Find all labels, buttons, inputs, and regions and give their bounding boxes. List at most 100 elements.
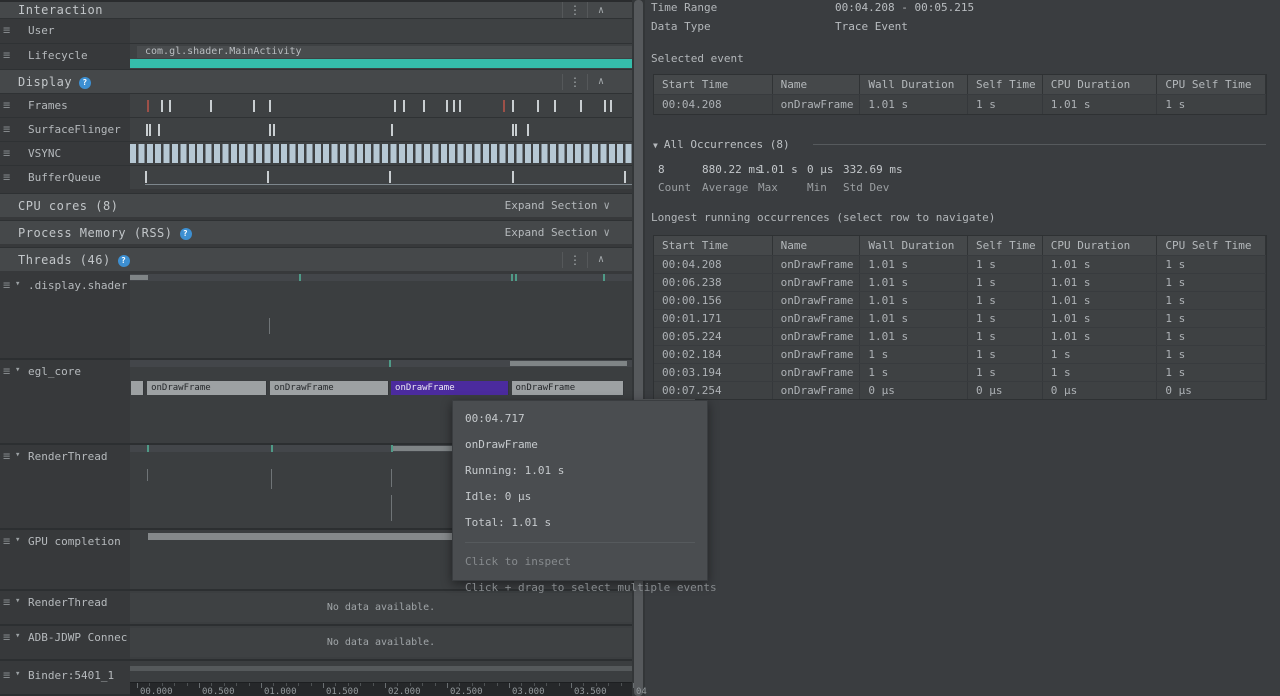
caret-down-icon[interactable]: ▾ bbox=[15, 596, 20, 606]
table-row[interactable]: 00:06.238onDrawFrame1.01 s1 s1.01 s1 s bbox=[654, 273, 1266, 291]
caret-down-icon[interactable]: ▾ bbox=[15, 365, 20, 375]
drag-handle-icon[interactable]: ≡ bbox=[3, 146, 10, 160]
lifecycle-activity-bar[interactable] bbox=[130, 59, 632, 68]
track-content-lifecycle[interactable]: com.gl.shader.MainActivity bbox=[130, 44, 632, 69]
table-row[interactable]: 00:00.156onDrawFrame1.01 s1 s1.01 s1 s bbox=[654, 291, 1266, 309]
trace-event-bar[interactable]: onDrawFrame bbox=[512, 381, 625, 395]
drag-handle-icon[interactable]: ≡ bbox=[3, 534, 10, 548]
display-track-row-frames[interactable]: ≡ Frames bbox=[0, 93, 632, 117]
track-content-vsync[interactable] bbox=[130, 142, 632, 165]
caret-down-icon[interactable]: ▾ bbox=[15, 631, 20, 641]
event-tick bbox=[515, 124, 517, 136]
table-header-cell[interactable]: Start Time bbox=[654, 75, 773, 94]
track-label-text: Frames bbox=[28, 99, 68, 112]
help-icon[interactable]: ? bbox=[118, 255, 130, 267]
table-row[interactable]: 00:04.208onDrawFrame1.01 s1 s1.01 s1 s bbox=[654, 94, 1266, 114]
thread-track-content[interactable] bbox=[130, 274, 632, 358]
track-content-frames[interactable] bbox=[130, 94, 632, 117]
event-tick bbox=[554, 100, 556, 112]
thread-track-content[interactable]: No data available. bbox=[130, 626, 632, 659]
tooltip-divider bbox=[465, 542, 695, 543]
stat-value: 1.01 s bbox=[758, 163, 798, 176]
axis-minor-tick bbox=[187, 683, 188, 686]
table-cell: 1 s bbox=[1157, 310, 1266, 327]
table-row[interactable]: 00:04.208onDrawFrame1.01 s1 s1.01 s1 s bbox=[654, 255, 1266, 273]
table-header-cell[interactable]: Start Time bbox=[654, 236, 773, 255]
help-icon[interactable]: ? bbox=[180, 228, 192, 240]
drag-handle-icon[interactable]: ≡ bbox=[3, 595, 10, 609]
thread-track-row[interactable]: ≡▾ADB-JDWP ConnecNo data available. bbox=[0, 626, 632, 661]
all-occurrences-header[interactable]: ▼All Occurrences (8) bbox=[653, 138, 790, 151]
display-track-row-bufferqueue[interactable]: ≡BufferQueue bbox=[0, 165, 632, 189]
drag-handle-icon[interactable]: ≡ bbox=[3, 449, 10, 463]
table-header-cell[interactable]: CPU Self Time bbox=[1157, 236, 1266, 255]
drag-handle-icon[interactable]: ≡ bbox=[3, 23, 10, 37]
drag-handle-icon[interactable]: ≡ bbox=[3, 48, 10, 62]
collapse-chevron-icon[interactable]: ∧ bbox=[588, 248, 614, 272]
collapse-chevron-icon[interactable]: ∧ bbox=[588, 2, 614, 19]
expand-section-button[interactable]: Expand Section∨ bbox=[505, 194, 610, 217]
section-header-threads[interactable]: Threads (46)? ⋮ ∧ bbox=[0, 247, 632, 271]
track-row-user[interactable]: ≡ User bbox=[0, 18, 632, 43]
axis-minor-tick bbox=[373, 683, 374, 686]
drag-handle-icon[interactable]: ≡ bbox=[3, 122, 10, 136]
trace-event-bar[interactable]: onDrawFrame bbox=[270, 381, 388, 395]
stat-label: Average bbox=[702, 181, 748, 194]
event-tick bbox=[147, 100, 149, 112]
axis-minor-tick bbox=[360, 683, 361, 686]
drag-handle-icon[interactable]: ≡ bbox=[3, 170, 10, 184]
caret-down-icon[interactable]: ▾ bbox=[15, 535, 20, 545]
table-header-cell[interactable]: Name bbox=[773, 236, 861, 255]
drag-handle-icon[interactable]: ≡ bbox=[3, 278, 10, 292]
table-header-cell[interactable]: Self Time bbox=[968, 75, 1043, 94]
drag-handle-icon[interactable]: ≡ bbox=[3, 630, 10, 644]
expand-section-button[interactable]: Expand Section∨ bbox=[505, 221, 610, 244]
thread-track-row[interactable]: ≡▾RenderThreadNo data available. bbox=[0, 591, 632, 626]
drag-handle-icon[interactable]: ≡ bbox=[3, 98, 10, 112]
display-track-row-vsync[interactable]: ≡VSYNC bbox=[0, 141, 632, 165]
table-header-cell[interactable]: Wall Duration bbox=[860, 75, 968, 94]
trace-event-bar[interactable]: onDrawFrame bbox=[391, 381, 509, 395]
thread-track-row[interactable]: ≡▾.display.shader bbox=[0, 274, 632, 360]
section-header-display[interactable]: Display? ⋮ ∧ bbox=[0, 69, 632, 93]
collapse-triangle-icon[interactable]: ▼ bbox=[653, 141, 658, 150]
help-icon[interactable]: ? bbox=[79, 77, 91, 89]
thread-track-content[interactable]: No data available. bbox=[130, 591, 632, 624]
table-row[interactable]: 00:05.224onDrawFrame1.01 s1 s1.01 s1 s bbox=[654, 327, 1266, 345]
track-content-bufferqueue[interactable] bbox=[130, 166, 632, 189]
track-content-surfaceflinger[interactable] bbox=[130, 118, 632, 141]
table-row[interactable]: 00:03.194onDrawFrame1 s1 s1 s1 s bbox=[654, 363, 1266, 381]
table-header-cell[interactable]: CPU Duration bbox=[1043, 236, 1158, 255]
track-content-user[interactable] bbox=[130, 19, 632, 43]
kebab-menu-icon[interactable]: ⋮ bbox=[562, 74, 588, 90]
trace-event-bar[interactable] bbox=[131, 381, 144, 395]
chevron-down-icon: ∨ bbox=[603, 226, 610, 239]
table-row[interactable]: 00:07.254onDrawFrame0 µs0 µs0 µs0 µs bbox=[654, 381, 1266, 399]
collapse-chevron-icon[interactable]: ∧ bbox=[588, 70, 614, 94]
trace-event-bar[interactable]: onDrawFrame bbox=[147, 381, 267, 395]
drag-handle-icon[interactable]: ≡ bbox=[3, 364, 10, 378]
table-cell: 00:07.254 bbox=[654, 382, 773, 399]
table-header-cell[interactable]: Wall Duration bbox=[860, 236, 968, 255]
table-header-cell[interactable]: CPU Self Time bbox=[1157, 75, 1266, 94]
display-track-row-surfaceflinger[interactable]: ≡SurfaceFlinger bbox=[0, 117, 632, 141]
kebab-menu-icon[interactable]: ⋮ bbox=[562, 2, 588, 18]
section-header-process-memory[interactable]: Process Memory (RSS)? Expand Section∨ bbox=[0, 220, 632, 244]
event-tick bbox=[423, 100, 425, 112]
table-row[interactable]: 00:01.171onDrawFrame1.01 s1 s1.01 s1 s bbox=[654, 309, 1266, 327]
lifecycle-event-bar[interactable]: com.gl.shader.MainActivity bbox=[137, 46, 632, 58]
table-row[interactable]: 00:02.184onDrawFrame1 s1 s1 s1 s bbox=[654, 345, 1266, 363]
caret-down-icon[interactable]: ▾ bbox=[15, 450, 20, 460]
track-row-lifecycle[interactable]: ≡ Lifecycle com.gl.shader.MainActivity bbox=[0, 43, 632, 69]
table-header-cell[interactable]: Name bbox=[773, 75, 861, 94]
caret-down-icon[interactable]: ▾ bbox=[15, 669, 20, 679]
table-header-cell[interactable]: CPU Duration bbox=[1043, 75, 1158, 94]
thread-running-tick bbox=[515, 274, 517, 281]
kebab-menu-icon[interactable]: ⋮ bbox=[562, 252, 588, 268]
caret-down-icon[interactable]: ▾ bbox=[15, 279, 20, 289]
drag-handle-icon[interactable]: ≡ bbox=[3, 668, 10, 682]
section-header-cpu-cores[interactable]: CPU cores (8) Expand Section∨ bbox=[0, 193, 632, 217]
selected-event-label: Selected event bbox=[651, 52, 744, 65]
section-header-interaction[interactable]: Interaction ⋮ ∧ bbox=[0, 0, 632, 18]
table-header-cell[interactable]: Self Time bbox=[968, 236, 1043, 255]
